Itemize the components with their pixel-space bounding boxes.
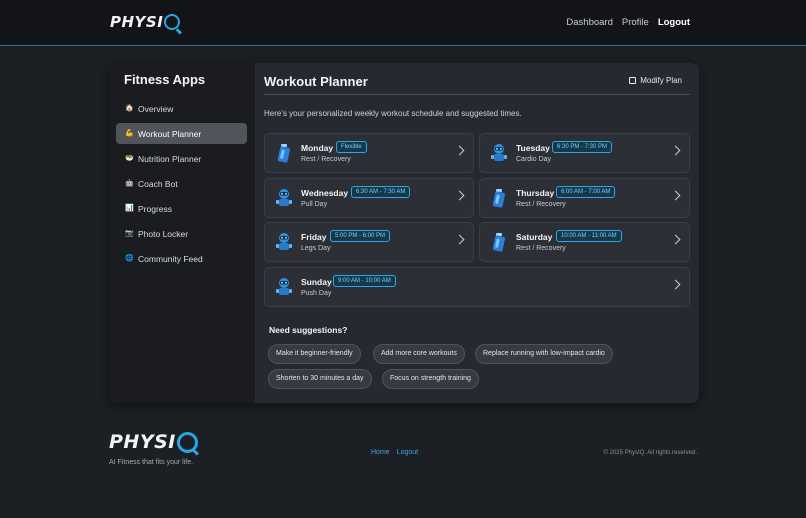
day-card-saturday[interactable]: Saturday 10:00 AM - 11:00 AM Rest / Reco… bbox=[479, 222, 690, 262]
day-card-friday[interactable]: Friday 5:00 PM - 6:00 PM Legs Day bbox=[264, 222, 474, 262]
day-activity: Rest / Recovery bbox=[516, 245, 566, 252]
robot-coach-icon bbox=[276, 189, 292, 206]
brand-logo-text: PHYSI bbox=[110, 13, 164, 31]
time-badge: Flexible bbox=[336, 141, 367, 153]
sidebar-item-label: Overview bbox=[138, 103, 174, 114]
sidebar-item-nutrition-planner[interactable]: 🥗 Nutrition Planner bbox=[116, 148, 247, 169]
title-divider bbox=[264, 94, 690, 95]
day-name: Wednesday bbox=[301, 188, 349, 198]
time-badge: 5:00 PM - 6:00 PM bbox=[330, 230, 391, 242]
day-card-wednesday[interactable]: Wednesday 6:30 AM - 7:30 AM Pull Day bbox=[264, 178, 474, 218]
day-card-sunday[interactable]: Sunday 9:00 AM - 10:00 AM Push Day bbox=[264, 267, 690, 307]
bot-icon: 🤖 bbox=[125, 180, 134, 187]
sidebar-item-photo-locker[interactable]: 📷 Photo Locker bbox=[116, 223, 247, 244]
robot-coach-icon bbox=[276, 233, 292, 250]
time-badge: 9:00 AM - 10:00 AM bbox=[333, 275, 396, 287]
bowl-icon: 🥗 bbox=[125, 155, 134, 162]
footer-tagline: AI Fitness that fits your life. bbox=[109, 459, 194, 466]
chevron-right-icon bbox=[670, 279, 681, 290]
day-name: Friday bbox=[301, 232, 327, 242]
chevron-right-icon bbox=[670, 190, 681, 201]
robot-coach-icon bbox=[276, 278, 292, 295]
footer-home-link[interactable]: Home bbox=[371, 449, 390, 456]
chevron-right-icon bbox=[454, 145, 465, 156]
suggestions-title: Need suggestions? bbox=[269, 325, 348, 335]
chevron-right-icon bbox=[454, 234, 465, 245]
day-activity: Rest / Recovery bbox=[516, 201, 566, 208]
suggestion-chip[interactable]: Focus on strength training bbox=[382, 369, 479, 389]
sidebar-item-label: Progress bbox=[138, 203, 173, 214]
nav-logout-link[interactable]: Logout bbox=[658, 17, 690, 28]
suggestion-chip[interactable]: Shorten to 30 minutes a day bbox=[268, 369, 372, 389]
day-name: Sunday bbox=[301, 277, 332, 287]
time-badge: 6:00 AM - 7:00 AM bbox=[556, 186, 616, 198]
water-bottle-icon bbox=[492, 189, 505, 208]
suggestion-chip[interactable]: Replace running with low-impact cardio bbox=[475, 344, 613, 364]
day-name: Saturday bbox=[516, 232, 553, 242]
suggestion-chip[interactable]: Add more core workouts bbox=[373, 344, 465, 364]
intro-text: Here's your personalized weekly workout … bbox=[264, 109, 522, 118]
day-activity: Rest / Recovery bbox=[301, 156, 351, 163]
workout-planner-panel: Workout Planner Modify Plan Here's your … bbox=[264, 63, 690, 403]
home-icon: 🏠 bbox=[125, 105, 134, 112]
nav-dashboard-link[interactable]: Dashboard bbox=[566, 17, 612, 28]
footer-logo[interactable]: PHYSI bbox=[109, 431, 198, 453]
day-name: Monday bbox=[301, 143, 334, 153]
modify-plan-label: Modify Plan bbox=[640, 76, 682, 85]
day-card-thursday[interactable]: Thursday 6:00 AM - 7:00 AM Rest / Recove… bbox=[479, 178, 690, 218]
top-nav: Dashboard Profile Logout bbox=[566, 17, 690, 28]
day-activity: Cardio Day bbox=[516, 156, 552, 163]
brand-logo-q-icon bbox=[164, 14, 181, 30]
day-activity: Legs Day bbox=[301, 245, 331, 252]
sidebar-item-label: Coach Bot bbox=[138, 178, 178, 189]
day-name: Tuesday bbox=[516, 143, 550, 153]
chevron-right-icon bbox=[670, 145, 681, 156]
modify-plan-button[interactable]: Modify Plan bbox=[629, 76, 682, 85]
sidebar-list: 🏠 Overview 💪 Workout Planner 🥗 Nutrition… bbox=[116, 98, 247, 273]
sidebar: Fitness Apps 🏠 Overview 💪 Workout Planne… bbox=[109, 63, 255, 403]
nav-profile-link[interactable]: Profile bbox=[622, 17, 649, 28]
sidebar-item-label: Community Feed bbox=[138, 253, 203, 264]
globe-icon: 🌐 bbox=[125, 255, 134, 262]
main-card: Fitness Apps 🏠 Overview 💪 Workout Planne… bbox=[109, 63, 699, 403]
day-card-tuesday[interactable]: Tuesday 6:30 PM - 7:30 PM Cardio Day bbox=[479, 133, 690, 173]
sidebar-item-progress[interactable]: 📊 Progress bbox=[116, 198, 247, 219]
water-bottle-icon bbox=[277, 144, 290, 163]
time-badge: 10:00 AM - 11:00 AM bbox=[556, 230, 622, 242]
time-badge: 6:30 AM - 7:30 AM bbox=[351, 186, 411, 198]
day-name: Thursday bbox=[516, 188, 555, 198]
suggestion-chip[interactable]: Make it beginner-friendly bbox=[268, 344, 361, 364]
water-bottle-icon bbox=[492, 233, 505, 252]
page-title: Workout Planner bbox=[264, 74, 368, 89]
edit-icon bbox=[629, 77, 637, 84]
photo-icon: 📷 bbox=[125, 230, 134, 237]
chevron-right-icon bbox=[670, 234, 681, 245]
chevron-right-icon bbox=[454, 190, 465, 201]
sidebar-item-overview[interactable]: 🏠 Overview bbox=[116, 98, 247, 119]
chart-icon: 📊 bbox=[125, 205, 134, 212]
sidebar-title: Fitness Apps bbox=[124, 72, 206, 87]
sidebar-item-label: Photo Locker bbox=[138, 228, 189, 239]
flex-arm-icon: 💪 bbox=[125, 130, 134, 137]
footer-logout-link[interactable]: Logout bbox=[397, 449, 418, 456]
top-navbar: PHYSI Dashboard Profile Logout bbox=[0, 0, 806, 46]
day-activity: Pull Day bbox=[301, 201, 328, 208]
robot-coach-icon bbox=[491, 144, 507, 161]
brand-logo[interactable]: PHYSI bbox=[110, 13, 181, 31]
sidebar-item-coach-bot[interactable]: 🤖 Coach Bot bbox=[116, 173, 247, 194]
sidebar-item-label: Nutrition Planner bbox=[138, 153, 202, 164]
sidebar-item-label: Workout Planner bbox=[138, 128, 202, 139]
day-card-monday[interactable]: Monday Flexible Rest / Recovery bbox=[264, 133, 474, 173]
day-activity: Push Day bbox=[301, 290, 332, 297]
time-badge: 6:30 PM - 7:30 PM bbox=[552, 141, 613, 153]
footer-logo-q-icon bbox=[176, 431, 198, 453]
footer-links: Home Logout bbox=[371, 449, 418, 456]
sidebar-item-community-feed[interactable]: 🌐 Community Feed bbox=[116, 248, 247, 269]
sidebar-item-workout-planner[interactable]: 💪 Workout Planner bbox=[116, 123, 247, 144]
copyright-text: © 2025 PhysIQ. All rights reserved. bbox=[603, 450, 697, 456]
footer-logo-text: PHYSI bbox=[109, 431, 176, 453]
